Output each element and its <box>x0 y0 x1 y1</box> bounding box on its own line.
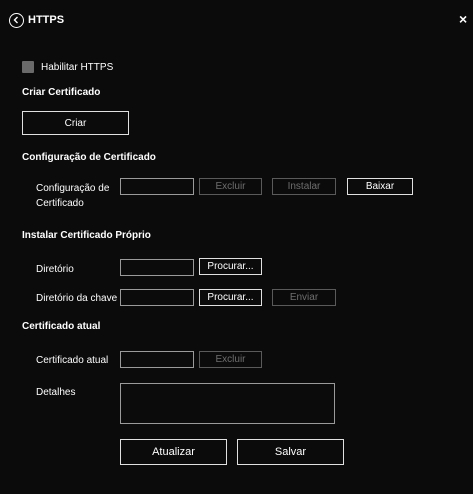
certificate-config-heading: Configuração de Certificado <box>22 152 156 163</box>
send-button[interactable]: Enviar <box>272 289 336 306</box>
current-delete-button[interactable]: Excluir <box>199 351 262 368</box>
save-button[interactable]: Salvar <box>237 439 344 465</box>
config-delete-button[interactable]: Excluir <box>199 178 262 195</box>
certificate-config-label: Configuração de Certificado <box>36 183 110 209</box>
close-icon[interactable]: × <box>459 12 467 26</box>
key-directory-label: Diretório da chave <box>36 293 118 304</box>
directory-label: Diretório <box>36 264 74 275</box>
create-certificate-heading: Criar Certificado <box>22 87 101 98</box>
enable-https-checkbox[interactable] <box>22 61 34 73</box>
current-certificate-label: Certificado atual <box>36 355 109 366</box>
key-directory-field[interactable] <box>120 289 194 306</box>
details-label: Detalhes <box>36 387 76 398</box>
refresh-button[interactable]: Atualizar <box>120 439 227 465</box>
details-textarea[interactable] <box>120 383 335 424</box>
create-button[interactable]: Criar <box>22 111 129 135</box>
config-download-button[interactable]: Baixar <box>347 178 413 195</box>
install-own-certificate-heading: Instalar Certificado Próprio <box>22 230 151 241</box>
certificate-config-field[interactable] <box>120 178 194 195</box>
current-certificate-field[interactable] <box>120 351 194 368</box>
directory-browse-button[interactable]: Procurar... <box>199 258 262 275</box>
enable-https-label: Habilitar HTTPS <box>41 62 114 73</box>
back-arrow-icon[interactable] <box>9 13 24 28</box>
directory-field[interactable] <box>120 259 194 276</box>
page-title: HTTPS <box>28 14 65 26</box>
key-browse-button[interactable]: Procurar... <box>199 289 262 306</box>
current-certificate-heading: Certificado atual <box>22 321 101 332</box>
config-install-button[interactable]: Instalar <box>272 178 336 195</box>
